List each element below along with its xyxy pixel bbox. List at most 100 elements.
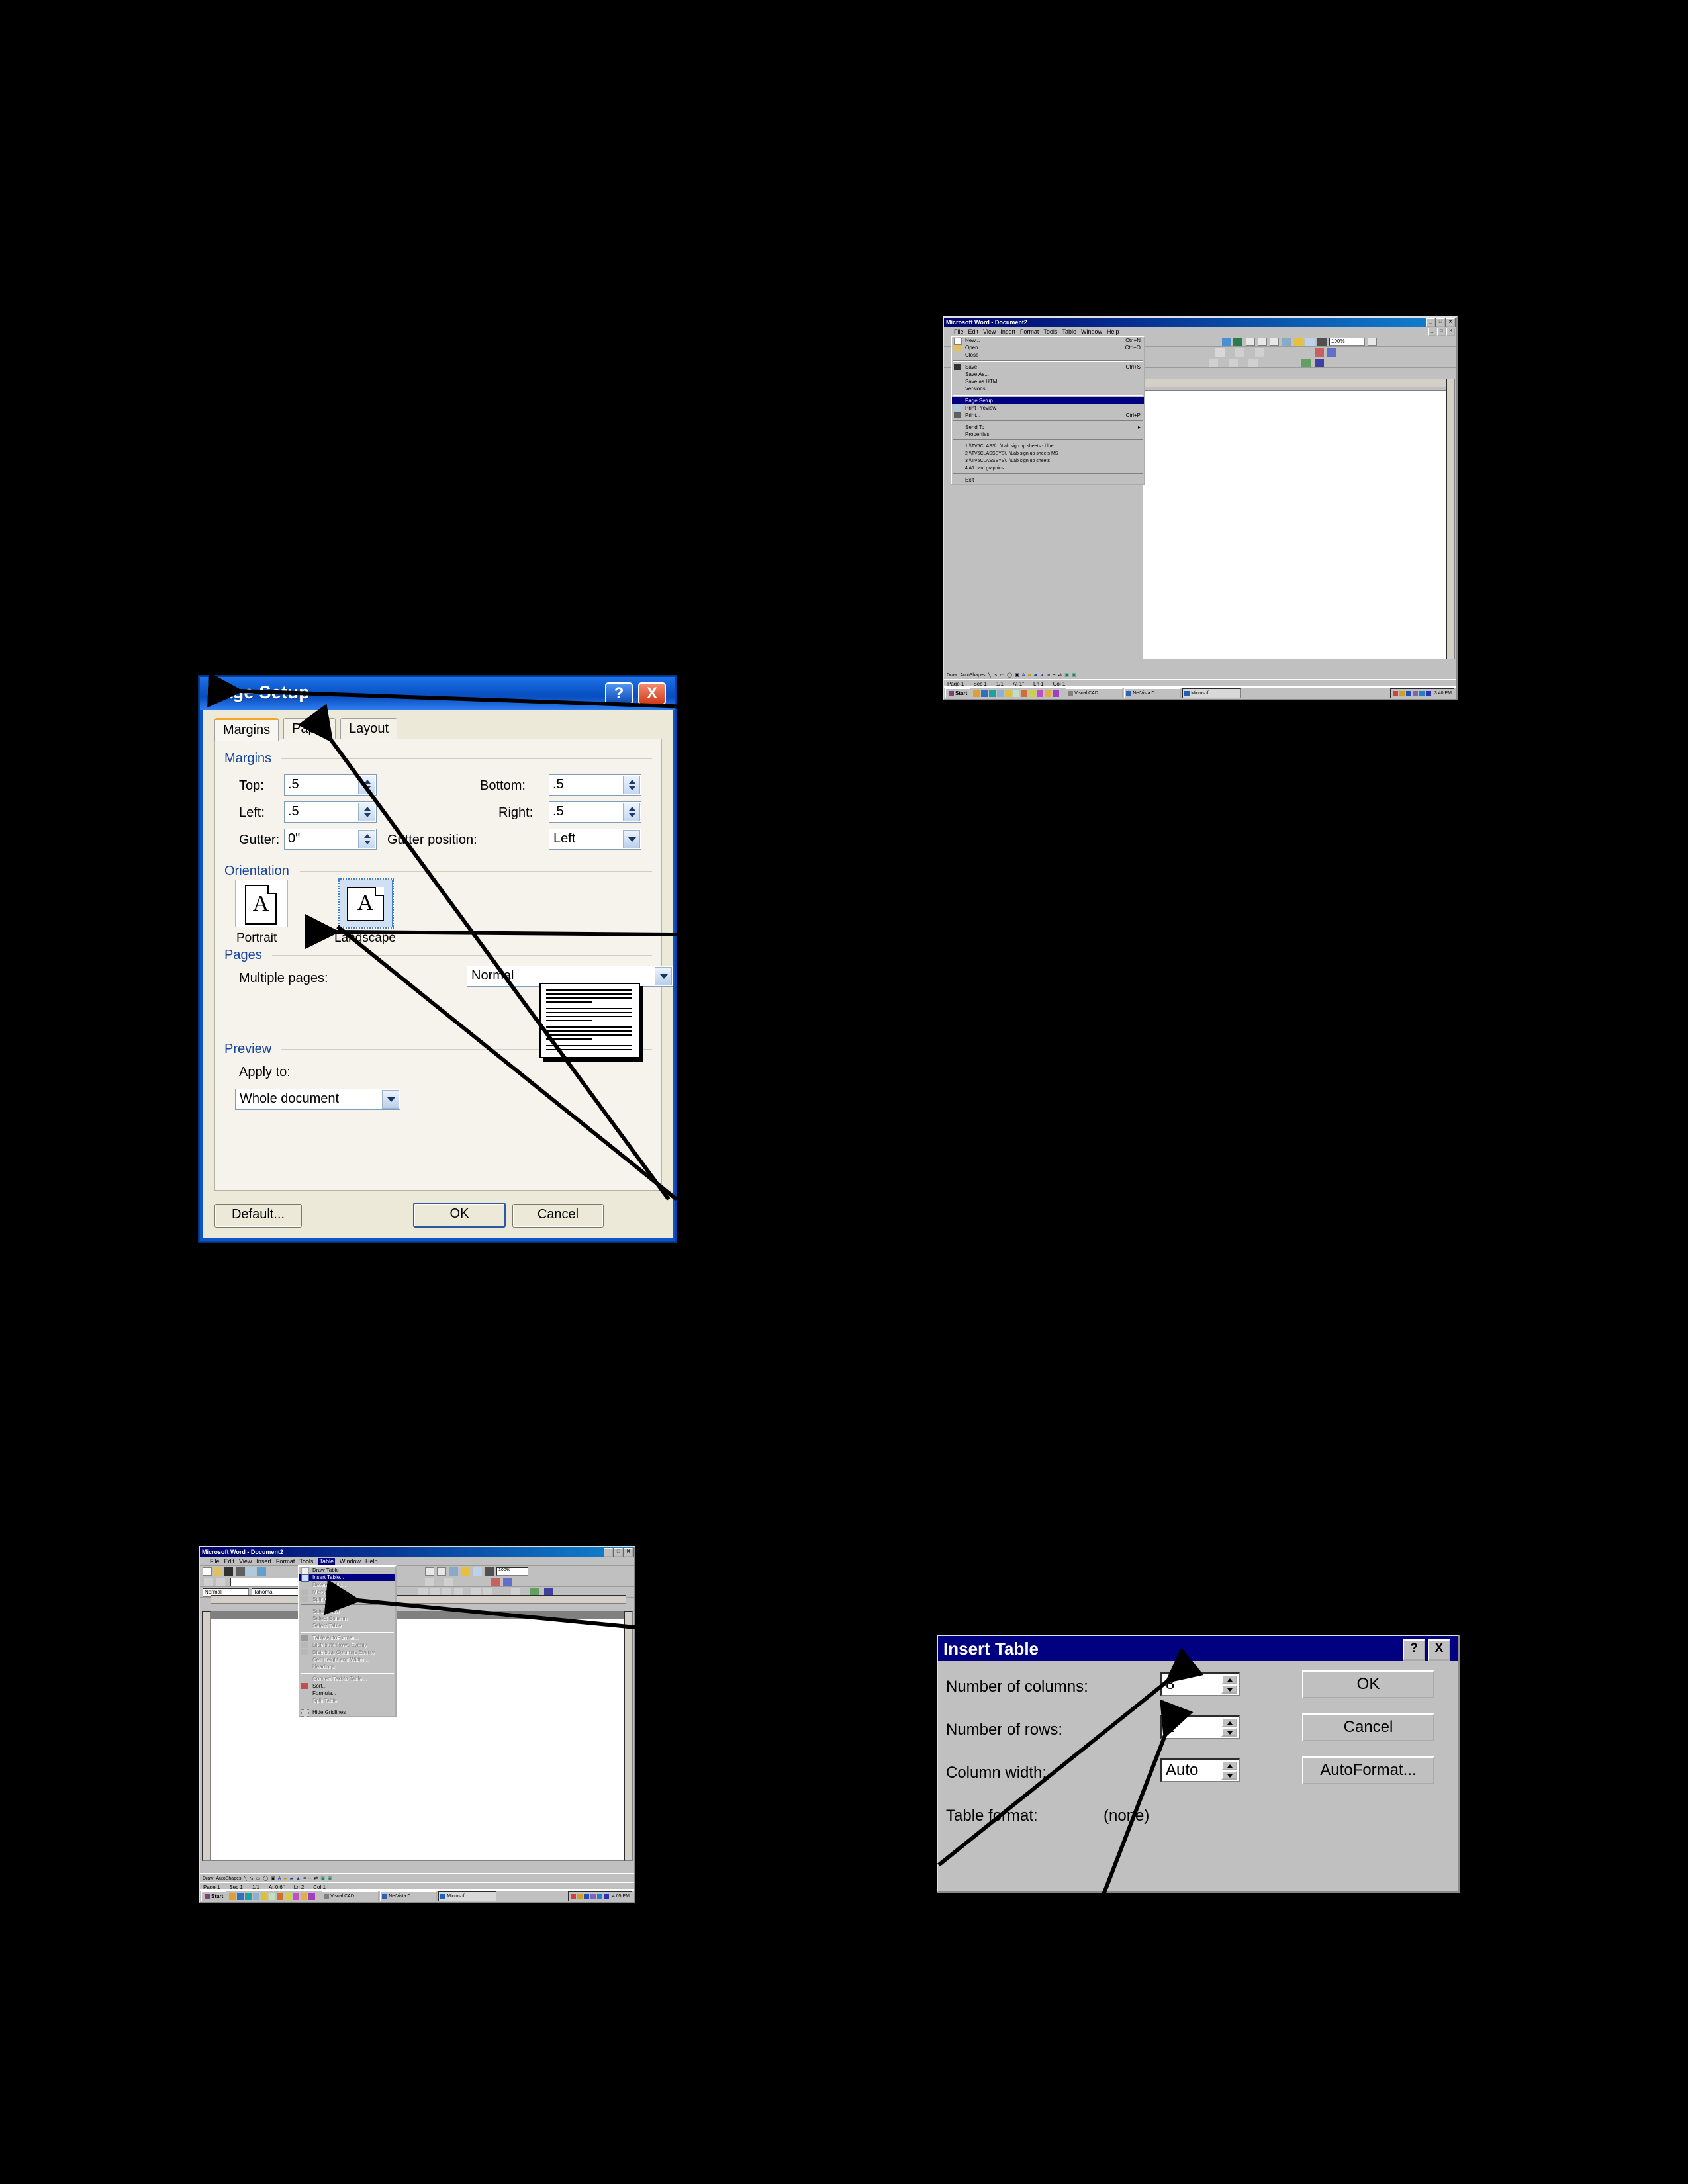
menu-item-recent-4[interactable]: 4 A1 card graphics	[952, 465, 1144, 472]
select-gutter-position[interactable]: Left	[549, 829, 641, 850]
ql-icon-1[interactable]	[973, 690, 980, 697]
preview-icon[interactable]	[246, 1567, 256, 1576]
tray-icon-5[interactable]	[596, 1893, 602, 1899]
minimize-icon[interactable]: _	[604, 1548, 613, 1557]
ql-icon-7[interactable]	[277, 1893, 284, 1900]
word1-document-area[interactable]	[1143, 390, 1447, 659]
menu-format[interactable]: Format	[276, 1558, 295, 1565]
tray-icon-5[interactable]	[1419, 690, 1425, 696]
input-number-of-rows[interactable]: 2	[1160, 1715, 1240, 1739]
tab-margins[interactable]: Margins	[214, 718, 279, 741]
doc-minimize-icon[interactable]: _	[1428, 328, 1436, 336]
menu-item-print-preview[interactable]: Print Preview	[952, 404, 1144, 412]
menu-item-open[interactable]: Open... Ctrl+O	[952, 344, 1144, 351]
tray-icon-3[interactable]	[1405, 690, 1411, 696]
menu-item-save-as[interactable]: Save As...	[952, 371, 1144, 378]
cancel-button[interactable]: Cancel	[512, 1204, 604, 1228]
draw-menu[interactable]: Draw	[947, 673, 957, 678]
input-gutter[interactable]: 0"	[284, 829, 377, 850]
menu-format[interactable]: Format	[1020, 328, 1039, 335]
table-menu-dropdown[interactable]: Draw Table Insert Table... Delete Cells.…	[298, 1565, 397, 1717]
close-icon[interactable]: ✕	[624, 1548, 633, 1557]
select-apply-to[interactable]: Whole document	[235, 1089, 400, 1110]
quick-launch-bar[interactable]	[229, 1893, 316, 1900]
menu-item-send-to[interactable]: Send To ▸	[952, 424, 1144, 431]
input-number-of-columns[interactable]: 8	[1160, 1672, 1240, 1696]
insert-table-titlebar[interactable]: Insert Table ? X	[938, 1636, 1458, 1661]
taskbar-button-netvista[interactable]: NetVista C...	[380, 1891, 438, 1901]
word2-taskbar[interactable]: Start Visual CAD... NetVista C... Micros…	[200, 1889, 634, 1902]
ql-icon-4[interactable]	[253, 1893, 260, 1900]
menu-item-insert-table[interactable]: Insert Table...	[299, 1574, 395, 1582]
spinner-number-of-rows[interactable]	[1221, 1718, 1237, 1738]
word1-taskbar[interactable]: Start Visual CAD... NetVista C... Micros…	[944, 686, 1456, 699]
default-button[interactable]: Default...	[214, 1204, 302, 1228]
restore-icon[interactable]: □	[1436, 318, 1445, 327]
3d-icon[interactable]: ▣	[328, 1876, 332, 1881]
ql-icon-3[interactable]	[989, 690, 996, 697]
spinner-up[interactable]	[1221, 1761, 1237, 1770]
textbox-icon[interactable]: ▣	[271, 1876, 275, 1881]
ql-icon-9[interactable]	[1037, 690, 1044, 697]
orientation-landscape[interactable]	[338, 878, 394, 929]
minimize-icon[interactable]: _	[1426, 318, 1435, 327]
close-icon[interactable]: X	[1428, 1639, 1450, 1661]
ql-icon-5[interactable]	[261, 1893, 268, 1900]
tab-paper[interactable]: Paper	[283, 718, 336, 739]
ql-icon-2[interactable]	[981, 690, 988, 697]
orientation-portrait[interactable]	[235, 880, 288, 927]
open-icon[interactable]	[213, 1567, 222, 1576]
word2-menubar[interactable]: File Edit View Insert Format Tools Table…	[200, 1557, 634, 1566]
arrow-icon[interactable]: ↘	[250, 1876, 254, 1881]
menu-insert[interactable]: Insert	[256, 1558, 271, 1565]
shadow-icon[interactable]: ▣	[1064, 672, 1069, 678]
tray-icon-4[interactable]	[1412, 690, 1418, 696]
system-tray[interactable]: 3:40 PM	[1389, 688, 1454, 698]
ql-icon-7[interactable]	[1021, 690, 1028, 697]
ql-icon-2[interactable]	[237, 1893, 244, 1900]
new-icon[interactable]	[203, 1567, 212, 1576]
spinner-left-margin[interactable]	[358, 803, 375, 821]
menu-item-recent-2[interactable]: 2 \\TV5CLASSSYS\...\Lab sign up sheets M…	[952, 450, 1144, 457]
oval-icon[interactable]: ◯	[1007, 672, 1012, 678]
ql-icon-10[interactable]	[1045, 690, 1052, 697]
taskbar-button-microsoft-word[interactable]: Microsoft...	[438, 1891, 497, 1901]
menu-table[interactable]: Table	[1062, 328, 1076, 335]
menu-item-close[interactable]: Close	[952, 351, 1144, 359]
word1-ruler[interactable]	[1143, 379, 1448, 387]
ql-icon-6[interactable]	[1013, 690, 1020, 697]
autoformat-button[interactable]: AutoFormat...	[1302, 1756, 1434, 1784]
start-button[interactable]: Start	[201, 1891, 227, 1901]
menu-file[interactable]: File	[210, 1558, 220, 1565]
menu-item-hide-gridlines[interactable]: Hide Gridlines	[299, 1709, 395, 1717]
menu-tools[interactable]: Tools	[299, 1558, 313, 1565]
save-icon[interactable]	[224, 1567, 233, 1576]
spinner-down[interactable]	[1221, 1684, 1237, 1694]
taskbar-button-visual-cad[interactable]: Visual CAD...	[322, 1891, 379, 1901]
system-tray[interactable]: 4:05 PM	[567, 1891, 632, 1901]
start-button[interactable]: Start	[945, 688, 971, 698]
help-icon[interactable]: ?	[1403, 1639, 1425, 1661]
ql-icon-4[interactable]	[997, 690, 1004, 697]
line-style-icon[interactable]: ≡	[303, 1876, 306, 1881]
menu-help[interactable]: Help	[1107, 328, 1119, 335]
spinner-column-width[interactable]	[1221, 1761, 1237, 1781]
menu-item-new[interactable]: New... Ctrl+N	[952, 337, 1144, 345]
help-icon[interactable]: ?	[605, 682, 633, 705]
line-icon[interactable]: ╲	[988, 672, 991, 678]
tray-icon-3[interactable]	[583, 1893, 589, 1899]
menu-window[interactable]: Window	[340, 1558, 361, 1565]
fill-color-icon[interactable]: ▰	[283, 1876, 287, 1881]
print-icon[interactable]	[236, 1567, 245, 1576]
ql-icon-6[interactable]	[269, 1893, 276, 1900]
zoom-combo[interactable]: 100%	[1329, 338, 1365, 346]
menu-table[interactable]: Table	[318, 1557, 335, 1565]
word1-menubar[interactable]: File Edit View Insert Format Tools Table…	[944, 327, 1456, 336]
wordart-icon[interactable]: A	[1022, 673, 1025, 678]
line-color-icon[interactable]: ▰	[1034, 672, 1037, 678]
input-left-margin[interactable]: .5	[284, 801, 377, 823]
3d-icon[interactable]: ▣	[1072, 672, 1076, 678]
ql-icon-5[interactable]	[1005, 690, 1012, 697]
spinner-gutter[interactable]	[358, 830, 375, 848]
word2-vscrollbar-left[interactable]	[202, 1611, 211, 1861]
